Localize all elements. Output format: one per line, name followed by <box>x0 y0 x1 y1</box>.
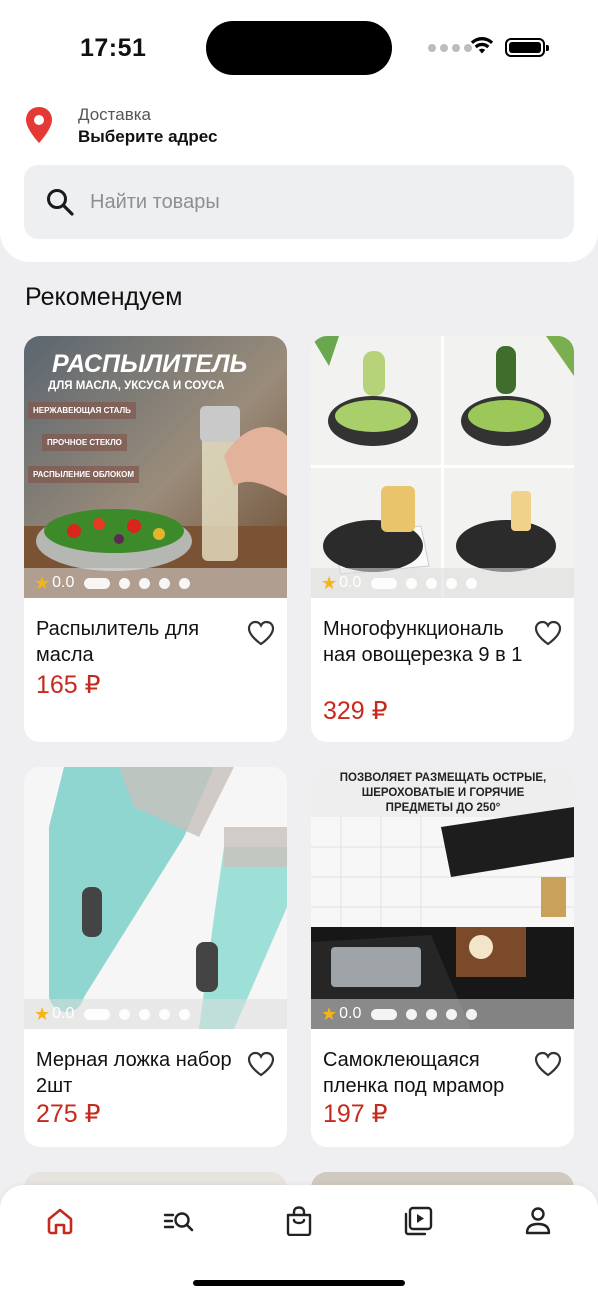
image-headline: РАСПЫЛИТЕЛЬ <box>52 350 248 378</box>
profile-icon <box>525 1207 551 1235</box>
image-meta-bar: ★ 0.0 <box>24 999 287 1029</box>
product-title[interactable]: Многофункциональ ная овощерезка 9 в 1 <box>323 616 538 668</box>
section-title: Рекомендуем <box>25 283 183 311</box>
product-photo <box>311 336 574 598</box>
battery-icon <box>505 38 549 57</box>
product-image[interactable]: ★ 0.0 <box>311 336 574 598</box>
product-image[interactable]: ★ 0.0 <box>24 767 287 1029</box>
rating-value: 0.0 <box>339 574 362 591</box>
rating-value: 0.0 <box>52 1005 75 1022</box>
search-bar[interactable] <box>24 165 574 239</box>
rating: ★ 0.0 <box>34 573 74 594</box>
tab-bar <box>0 1185 598 1300</box>
image-pager[interactable] <box>84 1008 191 1020</box>
heart-icon[interactable] <box>534 620 562 646</box>
image-feature: РАСПЫЛЕНИЕ ОБЛОКОМ <box>28 466 139 483</box>
location-pin-icon <box>26 107 52 143</box>
product-image[interactable]: РАСПЫЛИТЕЛЬ ДЛЯ МАСЛА, УКСУСА И СОУСА НЕ… <box>24 336 287 598</box>
delivery-selector[interactable]: Доставка Выберите адрес <box>24 104 217 148</box>
tab-cart[interactable] <box>277 1203 321 1239</box>
video-icon <box>404 1206 433 1236</box>
tab-profile[interactable] <box>516 1203 560 1239</box>
image-meta-bar: ★ 0.0 <box>24 568 287 598</box>
rating: ★ 0.0 <box>321 1004 361 1025</box>
product-price: 197 ₽ <box>323 1100 388 1128</box>
image-meta-bar: ★ 0.0 <box>311 999 574 1029</box>
heart-icon[interactable] <box>534 1051 562 1077</box>
home-indicator <box>193 1280 405 1286</box>
rating: ★ 0.0 <box>34 1004 74 1025</box>
heart-icon[interactable] <box>247 620 275 646</box>
image-pager[interactable] <box>371 577 478 589</box>
image-meta-bar: ★ 0.0 <box>311 568 574 598</box>
product-price: 275 ₽ <box>36 1100 101 1128</box>
rating-value: 0.0 <box>339 1005 362 1022</box>
product-card[interactable]: ★ 0.0 Многофункциональ ная овощерезка 9 в… <box>311 336 574 742</box>
heart-icon[interactable] <box>247 1051 275 1077</box>
signal-icon <box>428 44 472 52</box>
tab-catalog[interactable] <box>157 1203 201 1239</box>
tab-home[interactable] <box>38 1203 82 1239</box>
delivery-label: Доставка <box>78 105 152 124</box>
header-panel: 17:51 Доставка Выберите адрес <box>0 0 598 262</box>
cart-bag-icon <box>286 1206 312 1236</box>
image-pager[interactable] <box>84 577 191 589</box>
product-card[interactable]: ★ 0.0 Мерная ложка набор 2шт 275 ₽ <box>24 767 287 1147</box>
status-bar: 17:51 <box>0 0 598 100</box>
image-feature: НЕРЖАВЕЮЩАЯ СТАЛЬ <box>28 402 136 419</box>
rating: ★ 0.0 <box>321 573 361 594</box>
product-title[interactable]: Мерная ложка набор 2шт <box>36 1047 236 1099</box>
product-card[interactable]: РАСПЫЛИТЕЛЬ ДЛЯ МАСЛА, УКСУСА И СОУСА НЕ… <box>24 336 287 742</box>
product-card[interactable]: ПОЗВОЛЯЕТ РАЗМЕЩАТЬ ОСТРЫЕ, ШЕРОХОВАТЫЕ … <box>311 767 574 1147</box>
product-price: 165 ₽ <box>36 671 101 699</box>
product-price: 329 ₽ <box>323 697 388 725</box>
status-time: 17:51 <box>80 34 147 62</box>
dynamic-island <box>206 21 392 75</box>
image-caption: ПОЗВОЛЯЕТ РАЗМЕЩАТЬ ОСТРЫЕ, ШЕРОХОВАТЫЕ … <box>339 772 547 814</box>
search-input[interactable] <box>90 190 510 214</box>
product-title[interactable]: Распылитель для масла <box>36 616 236 668</box>
home-icon <box>47 1208 73 1235</box>
star-icon: ★ <box>34 572 51 593</box>
product-photo <box>24 767 287 1029</box>
search-icon <box>47 189 74 216</box>
star-icon: ★ <box>321 572 338 593</box>
rating-value: 0.0 <box>52 574 75 591</box>
wifi-icon <box>470 37 494 54</box>
star-icon: ★ <box>34 1003 51 1024</box>
tab-video[interactable] <box>396 1203 440 1239</box>
product-title[interactable]: Самоклеющаяся пленка под мрамор <box>323 1047 538 1099</box>
product-image[interactable]: ПОЗВОЛЯЕТ РАЗМЕЩАТЬ ОСТРЫЕ, ШЕРОХОВАТЫЕ … <box>311 767 574 1029</box>
image-feature: ПРОЧНОЕ СТЕКЛО <box>42 434 127 451</box>
delivery-address[interactable]: Выберите адрес <box>78 126 217 148</box>
star-icon: ★ <box>321 1003 338 1024</box>
image-pager[interactable] <box>371 1008 478 1020</box>
image-subline: ДЛЯ МАСЛА, УКСУСА И СОУСА <box>48 380 225 392</box>
catalog-search-icon <box>163 1212 194 1232</box>
